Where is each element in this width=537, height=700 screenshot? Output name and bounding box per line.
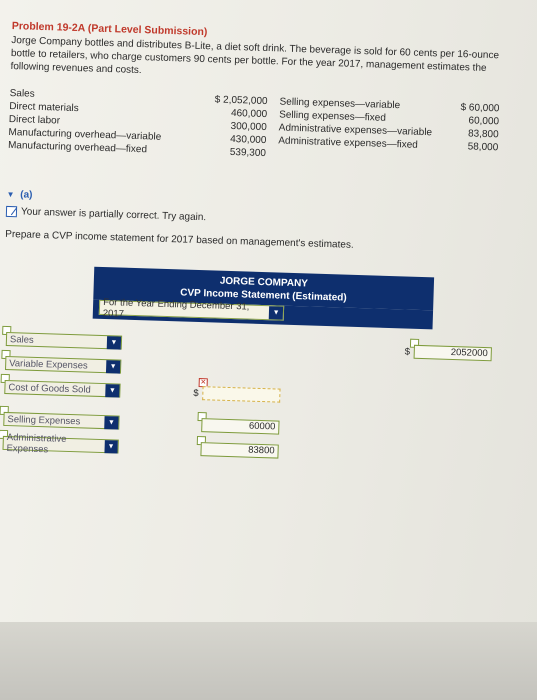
- cost-of-goods-sold-select[interactable]: Cost of Goods Sold ▼: [4, 379, 121, 398]
- period-select[interactable]: For the Year Ending December 31, 2017 ▼: [98, 296, 285, 321]
- desk-shadow: [0, 622, 537, 700]
- statement-grid: Sales ▼ $ 2052000 Variable Expenses ▼ Co…: [0, 325, 522, 542]
- chevron-down-icon: ▼: [104, 439, 118, 454]
- selling-amount-input[interactable]: 60000: [201, 418, 280, 435]
- select-value: Cost of Goods Sold: [8, 381, 91, 396]
- sales-label-select[interactable]: Sales ▼: [5, 331, 123, 350]
- page-background: Problem 19-2A (Part Level Submission) Jo…: [0, 0, 537, 700]
- admin-amount-input[interactable]: 83800: [200, 442, 279, 459]
- part-a-label: (a): [20, 189, 33, 201]
- chevron-down-icon: ▼: [104, 415, 119, 430]
- chevron-down-icon: ▼: [106, 335, 122, 350]
- dollar-sign: $: [193, 387, 199, 400]
- cost-value: 539,300: [229, 146, 267, 160]
- period-value: For the Year Ending December 31, 2017: [102, 296, 250, 320]
- select-value: Sales: [9, 333, 34, 346]
- selling-expenses-select[interactable]: Selling Expenses ▼: [3, 411, 120, 430]
- cost-right-labels: Selling expenses—variable Selling expens…: [278, 95, 433, 152]
- chevron-down-icon: ▼: [105, 383, 120, 398]
- triangle-down-icon: ▼: [6, 189, 15, 200]
- question-prompt: Prepare a CVP income statement for 2017 …: [5, 228, 354, 251]
- cost-right-values: $ 60,000 60,000 83,800 58,000: [428, 100, 500, 154]
- chevron-down-icon: ▼: [105, 359, 121, 374]
- partial-check-icon: [5, 205, 18, 218]
- administrative-expenses-select[interactable]: Administrative Expenses ▼: [2, 432, 119, 455]
- cost-left-labels: Sales Direct materials Direct labor Manu…: [8, 87, 163, 157]
- feedback-text: Your answer is partially correct. Try ag…: [20, 206, 207, 224]
- variable-expenses-select[interactable]: Variable Expenses ▼: [5, 355, 122, 374]
- cogs-amount-input[interactable]: [202, 386, 281, 403]
- cost-table: Sales Direct materials Direct labor Manu…: [7, 87, 529, 183]
- cost-value: 58,000: [467, 141, 499, 154]
- sales-amount-input[interactable]: 2052000: [413, 344, 492, 362]
- select-value: Administrative Expenses: [6, 432, 67, 456]
- cost-left-values: $ 2,052,000 460,000 300,000 430,000 539,…: [176, 92, 268, 160]
- chevron-down-icon: ▼: [269, 306, 284, 320]
- select-value: Selling Expenses: [7, 413, 81, 427]
- dollar-sign: $: [404, 346, 411, 358]
- select-value: Variable Expenses: [9, 357, 88, 372]
- problem-content: Problem 19-2A (Part Level Submission) Jo…: [0, 20, 532, 542]
